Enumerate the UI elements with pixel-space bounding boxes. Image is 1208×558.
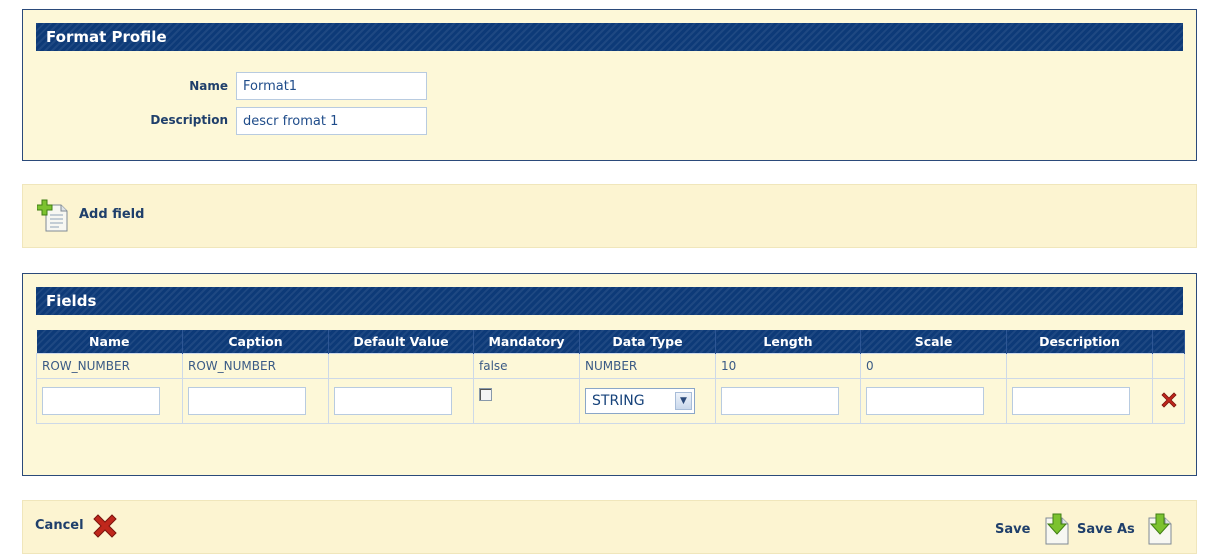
column-header-actions	[1152, 330, 1185, 354]
column-header-caption[interactable]: Caption	[182, 330, 329, 354]
cell-caption: ROW_NUMBER	[182, 353, 329, 379]
cancel-icon[interactable]	[91, 512, 119, 543]
add-document-icon[interactable]	[36, 199, 71, 236]
new-scale-input[interactable]	[866, 387, 984, 415]
name-label: Name	[189, 79, 228, 93]
save-icon[interactable]	[1042, 512, 1072, 549]
cell-data-type: NUMBER	[579, 353, 716, 379]
new-mandatory-checkbox[interactable]	[479, 388, 492, 401]
new-length-input[interactable]	[721, 387, 839, 415]
cell-length: 10	[715, 353, 861, 379]
new-field-row: STRING ▼	[36, 378, 1185, 424]
new-name-input[interactable]	[42, 387, 160, 415]
format-profile-title: Format Profile	[36, 23, 1183, 51]
footer-toolbar: Cancel Save Save As	[22, 500, 1197, 554]
column-header-length[interactable]: Length	[715, 330, 861, 354]
format-profile-panel: Format Profile Name Description	[22, 9, 1197, 161]
new-description-input[interactable]	[1012, 387, 1130, 415]
fields-panel: Fields Name Caption Default Value Mandat…	[22, 273, 1197, 476]
cell-default-value	[328, 353, 474, 379]
save-link[interactable]: Save	[995, 522, 1030, 537]
save-as-icon[interactable]	[1145, 512, 1175, 549]
chevron-down-icon[interactable]: ▼	[675, 392, 692, 410]
column-header-description[interactable]: Description	[1006, 330, 1153, 354]
new-caption-input[interactable]	[188, 387, 306, 415]
add-field-toolbar: Add field	[22, 184, 1197, 248]
column-header-mandatory[interactable]: Mandatory	[473, 330, 580, 354]
cell-name: ROW_NUMBER	[36, 353, 183, 379]
add-field-link[interactable]: Add field	[79, 207, 144, 222]
cell-actions	[1152, 353, 1185, 379]
column-header-name[interactable]: Name	[36, 330, 183, 354]
cell-description	[1006, 353, 1153, 379]
description-input[interactable]	[236, 107, 427, 135]
column-header-default-value[interactable]: Default Value	[328, 330, 474, 354]
data-type-selected-value: STRING	[592, 393, 645, 409]
new-data-type-select[interactable]: STRING ▼	[585, 388, 695, 414]
name-input[interactable]	[236, 72, 427, 100]
cancel-link[interactable]: Cancel	[35, 518, 84, 533]
description-label: Description	[150, 113, 228, 127]
fields-title: Fields	[36, 287, 1183, 315]
column-header-scale[interactable]: Scale	[860, 330, 1007, 354]
new-default-value-input[interactable]	[334, 387, 452, 415]
fields-header-row: Name Caption Default Value Mandatory Dat…	[36, 330, 1185, 354]
cell-mandatory: false	[473, 353, 580, 379]
fields-table: Name Caption Default Value Mandatory Dat…	[36, 330, 1185, 424]
save-as-link[interactable]: Save As	[1077, 522, 1135, 537]
delete-row-icon[interactable]	[1160, 391, 1178, 412]
table-row[interactable]: ROW_NUMBER ROW_NUMBER false NUMBER 10 0	[36, 353, 1185, 379]
column-header-data-type[interactable]: Data Type	[579, 330, 716, 354]
cell-scale: 0	[860, 353, 1007, 379]
